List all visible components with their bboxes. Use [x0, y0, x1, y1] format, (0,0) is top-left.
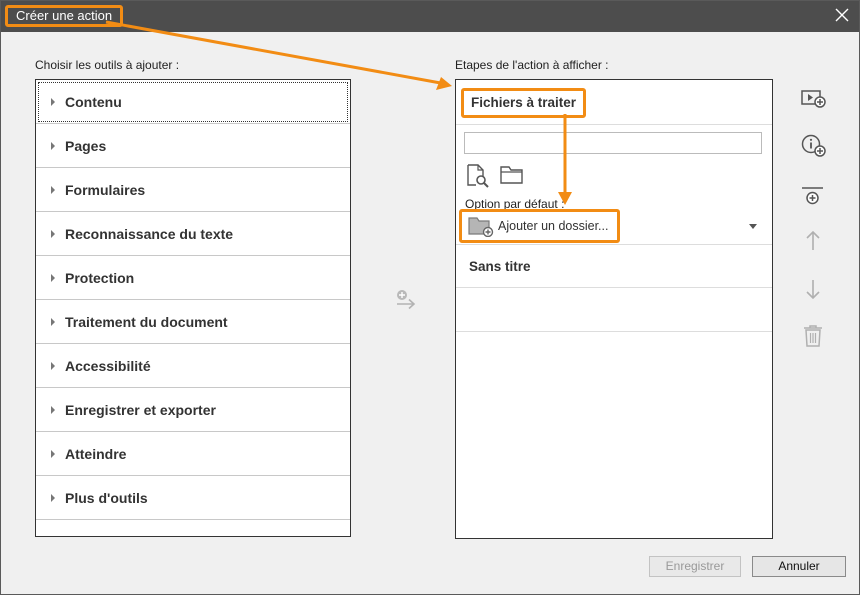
title-bar: Créer une action: [1, 1, 859, 32]
tool-item-label: Traitement du document: [65, 313, 228, 330]
add-folder-option[interactable]: Ajouter un dossier...: [459, 209, 621, 243]
tool-item-traitement[interactable]: Traitement du document: [36, 300, 350, 344]
untitled-step[interactable]: Sans titre: [456, 244, 772, 288]
tool-item-label: Enregistrer et exporter: [65, 401, 216, 418]
close-icon[interactable]: [835, 8, 849, 22]
save-button[interactable]: Enregistrer: [649, 556, 741, 577]
expand-arrow-icon: [51, 273, 55, 282]
tool-item-plus-outils[interactable]: Plus d'outils: [36, 476, 350, 520]
steps-panel-label: Etapes de l'action à afficher :: [455, 58, 609, 72]
move-up-icon[interactable]: [801, 230, 825, 252]
files-step-header[interactable]: Fichiers à traiter: [456, 80, 772, 125]
expand-arrow-icon: [51, 361, 55, 370]
steps-panel: Fichiers à traiter Option par défaut : A…: [455, 79, 773, 539]
tool-item-accessibilite[interactable]: Accessibilité: [36, 344, 350, 388]
tools-list[interactable]: Contenu Pages Formulaires Reconnaissance…: [35, 79, 351, 537]
add-instruction-icon[interactable]: [801, 88, 827, 110]
create-action-dialog: Créer une action Choisir les outils à aj…: [0, 0, 860, 595]
tool-item-label: Pages: [65, 137, 107, 154]
files-to-process-title: Fichiers à traiter: [461, 88, 587, 118]
expand-arrow-icon: [51, 185, 55, 194]
tool-item-label: Contenu: [65, 93, 122, 110]
expand-arrow-icon: [51, 141, 55, 150]
add-divider-icon[interactable]: [801, 186, 825, 208]
tool-item-label: Formulaires: [65, 181, 146, 198]
files-path-input[interactable]: [464, 132, 762, 154]
add-folder-icon: [468, 217, 494, 237]
dialog-title: Créer une action: [5, 5, 124, 27]
add-info-icon[interactable]: [801, 134, 827, 158]
tool-item-label: Accessibilité: [65, 357, 151, 374]
tool-item-protection[interactable]: Protection: [36, 256, 350, 300]
tool-item-pages[interactable]: Pages: [36, 124, 350, 168]
browse-file-icon[interactable]: [466, 164, 490, 188]
expand-arrow-icon: [51, 493, 55, 502]
tool-item-reconnaissance[interactable]: Reconnaissance du texte: [36, 212, 350, 256]
cancel-button[interactable]: Annuler: [752, 556, 846, 577]
folder-icon[interactable]: [500, 165, 524, 185]
tool-item-atteindre[interactable]: Atteindre: [36, 432, 350, 476]
move-down-icon[interactable]: [801, 278, 825, 300]
expand-arrow-icon: [51, 405, 55, 414]
expand-arrow-icon: [51, 229, 55, 238]
expand-arrow-icon: [51, 317, 55, 326]
empty-step-row: [456, 288, 772, 332]
default-option-dropdown[interactable]: Ajouter un dossier...: [457, 209, 771, 243]
tool-item-label: Atteindre: [65, 445, 127, 462]
expand-arrow-icon: [51, 97, 55, 106]
tool-item-label: Plus d'outils: [65, 489, 148, 506]
tool-item-label: Reconnaissance du texte: [65, 225, 234, 242]
dropdown-caret-icon[interactable]: [749, 224, 757, 229]
add-to-steps-icon[interactable]: [395, 289, 417, 311]
tool-item-contenu[interactable]: Contenu: [36, 80, 350, 124]
tool-item-label: Protection: [65, 269, 135, 286]
tool-item-formulaires[interactable]: Formulaires: [36, 168, 350, 212]
expand-arrow-icon: [51, 449, 55, 458]
untitled-step-label: Sans titre: [469, 259, 531, 274]
delete-icon[interactable]: [801, 324, 825, 348]
add-folder-label: Ajouter un dossier...: [498, 219, 609, 233]
tool-item-enregistrer[interactable]: Enregistrer et exporter: [36, 388, 350, 432]
tools-panel-label: Choisir les outils à ajouter :: [35, 58, 180, 72]
